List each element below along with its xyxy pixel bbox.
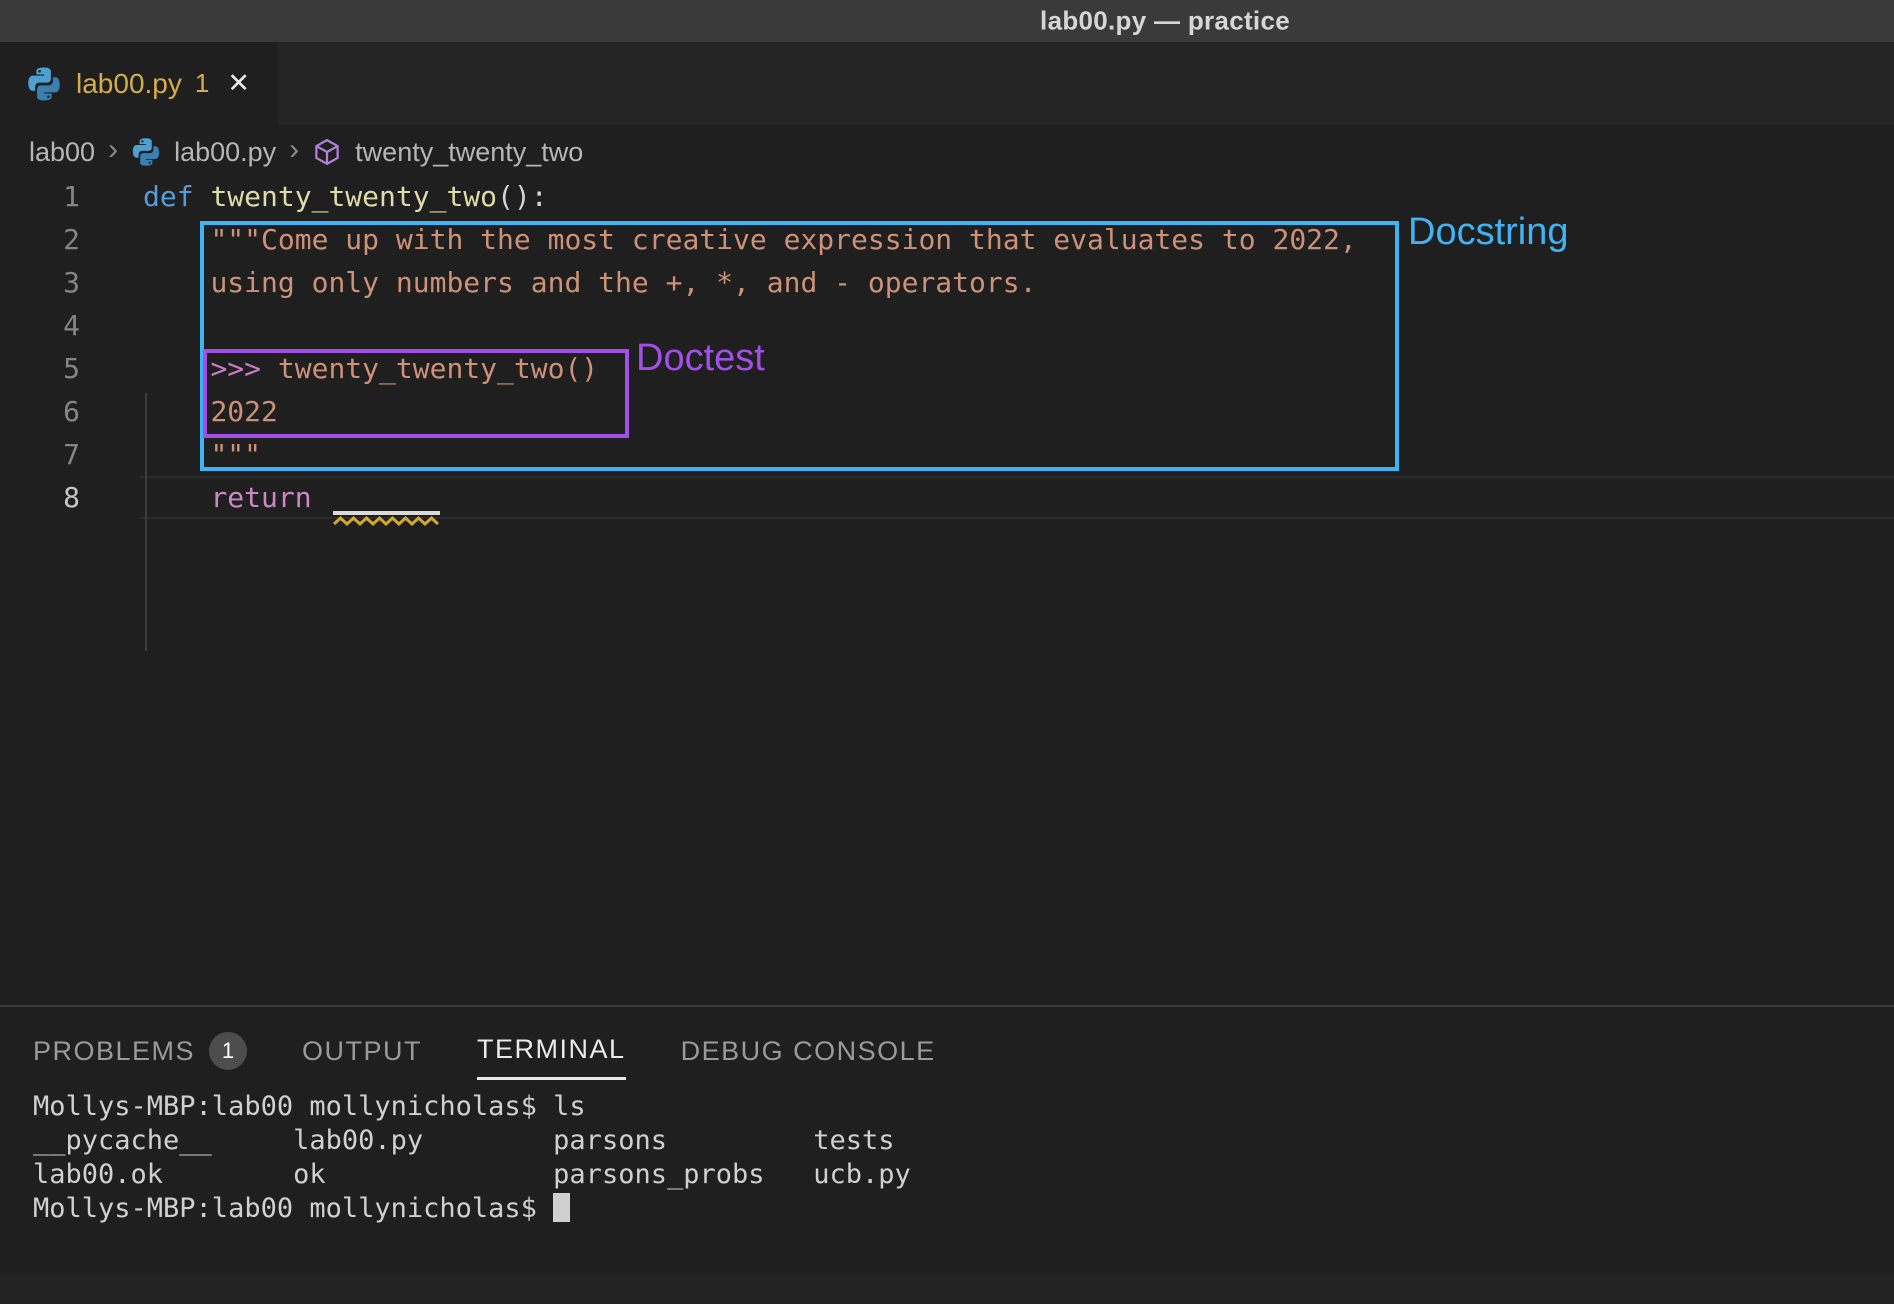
code-line[interactable]: 6 2022 [0,390,1894,433]
code-token: return [210,481,311,514]
terminal-line: lab00.ok ok parsons_probs ucb.py [33,1158,1873,1192]
line-number: 1 [0,180,80,213]
line-number: 2 [0,223,80,256]
line-number: 4 [0,309,80,342]
code-token [143,438,210,471]
code-line[interactable]: 3 using only numbers and the +, *, and -… [0,261,1894,304]
code-line[interactable]: 7 """ [0,433,1894,476]
tab-problems[interactable]: PROBLEMS 1 [33,1022,247,1080]
code-token: """Come up with the most creative expres… [210,223,1356,256]
window-title: lab00.py — practice [1040,6,1290,37]
indent-guide [145,393,147,651]
code-token: (): [497,180,548,213]
code-text: >>> twenty_twenty_two() [80,352,598,385]
panel-tabs: PROBLEMS 1 OUTPUT TERMINAL DEBUG CONSOLE [33,1022,936,1080]
code-text: def twenty_twenty_two(): [80,180,548,213]
tab-problem-badge: 1 [195,68,209,99]
window-titlebar: lab00.py — practice [0,0,1894,42]
breadcrumb-folder[interactable]: lab00 [29,137,95,168]
code-token [143,481,210,514]
tab-problems-label: PROBLEMS [33,1036,195,1067]
code-token [143,266,210,299]
code-token: >>> [210,352,277,385]
code-text: 2022 [80,395,278,428]
code-token: twenty_twenty_two() [278,352,598,385]
tab-debug-console[interactable]: DEBUG CONSOLE [681,1022,936,1080]
symbol-cube-icon [312,137,342,167]
terminal-line: __pycache__ lab00.py parsons tests [33,1124,1873,1158]
code-text: return [80,481,312,514]
tab-terminal-label: TERMINAL [477,1034,626,1065]
line-number: 8 [0,481,80,514]
panel-divider[interactable] [0,1005,1894,1007]
code-text: """ [80,438,261,471]
terminal-line: Mollys-MBP:lab00 mollynicholas$ [33,1192,1873,1226]
code-line[interactable]: 4 [0,304,1894,347]
tab-output[interactable]: OUTPUT [302,1022,422,1080]
window-bottom-edge [0,1274,1894,1304]
tab-close-icon[interactable]: ✕ [227,68,250,99]
python-icon [26,66,62,102]
code-line[interactable]: 5 >>> twenty_twenty_two() [0,347,1894,390]
python-icon [131,137,161,167]
code-token: 2022 [210,395,277,428]
editor-tabstrip: lab00.py 1 ✕ [0,42,1894,125]
tab-debug-console-label: DEBUG CONSOLE [681,1036,936,1067]
problems-count-badge: 1 [209,1032,247,1070]
code-token [143,395,210,428]
line-number: 7 [0,438,80,471]
breadcrumb: lab00 › lab00.py › twenty_twenty_two [0,127,1894,177]
tab-terminal[interactable]: TERMINAL [477,1022,626,1080]
terminal-cursor[interactable] [553,1193,570,1222]
line-number: 3 [0,266,80,299]
code-text: """Come up with the most creative expres… [80,223,1357,256]
line-number: 6 [0,395,80,428]
tab-title: lab00.py [76,68,182,100]
terminal-output[interactable]: Mollys-MBP:lab00 mollynicholas$ ls__pyca… [33,1090,1873,1226]
code-token: using only numbers and the +, *, and - o… [210,266,1036,299]
tab-output-label: OUTPUT [302,1036,422,1067]
breadcrumb-file[interactable]: lab00.py [174,137,276,168]
chevron-right-icon: › [108,135,118,165]
code-token: """ [210,438,261,471]
tab-lab00-py[interactable]: lab00.py 1 ✕ [0,42,278,125]
line-number: 5 [0,352,80,385]
code-lines: 1def twenty_twenty_two():2 """Come up wi… [0,175,1894,519]
code-token: def [143,180,210,213]
code-line[interactable]: 1def twenty_twenty_two(): [0,175,1894,218]
code-editor[interactable]: 1def twenty_twenty_two():2 """Come up wi… [0,175,1894,519]
code-text: using only numbers and the +, *, and - o… [80,266,1036,299]
code-token [143,352,210,385]
terminal-line: Mollys-MBP:lab00 mollynicholas$ ls [33,1090,1873,1124]
code-token: twenty_twenty_two [210,180,497,213]
code-line[interactable]: 8 return [0,476,1894,519]
code-token [143,223,210,256]
chevron-right-icon: › [289,135,299,165]
code-line[interactable]: 2 """Come up with the most creative expr… [0,218,1894,261]
breadcrumb-symbol[interactable]: twenty_twenty_two [355,137,583,168]
